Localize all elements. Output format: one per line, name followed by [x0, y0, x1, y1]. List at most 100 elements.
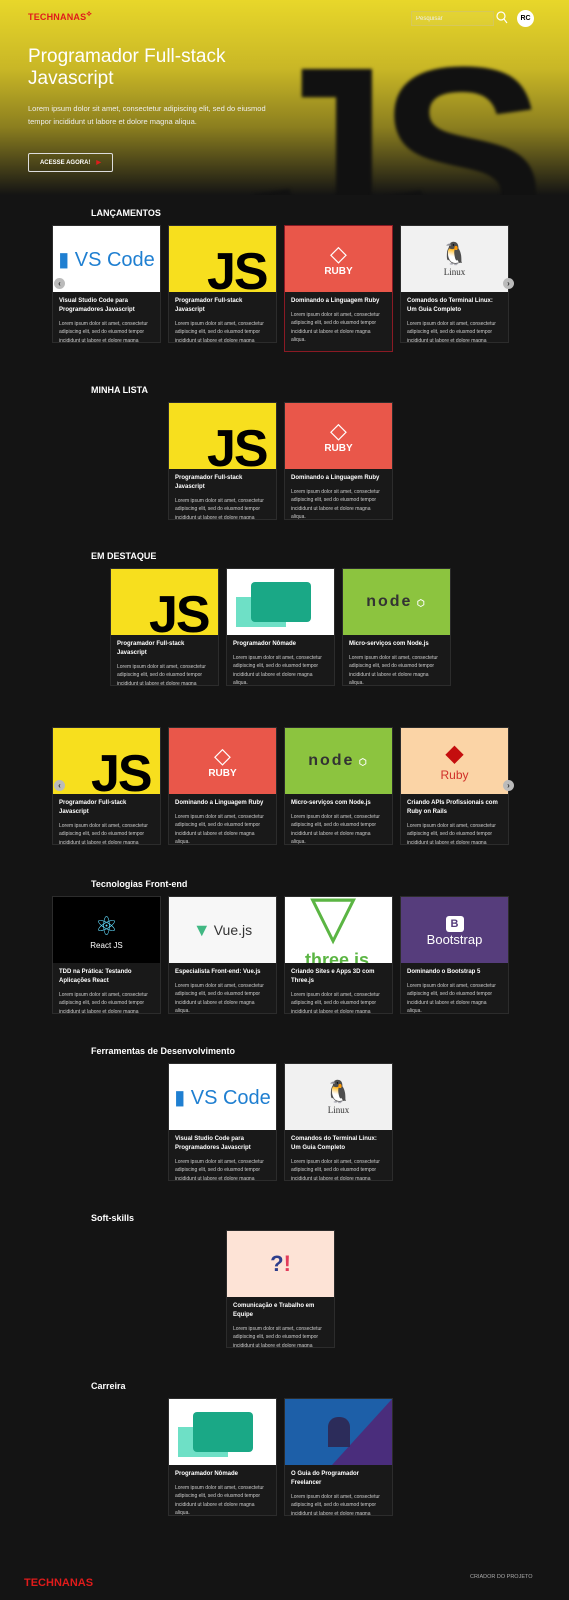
course-card[interactable]: ◆ Ruby Criando APIs Profissionais com Rub… [400, 727, 509, 845]
js-thumbnail: JS [111, 569, 218, 635]
card-body: Comandos do Terminal Linux: Um Guia Comp… [285, 1130, 392, 1181]
card-description: Lorem ipsum dolor sit amet, consectetur … [291, 992, 380, 1014]
softskills-thumbnail: ?! [227, 1231, 334, 1297]
card-description: Lorem ipsum dolor sit amet, consectetur … [291, 312, 380, 343]
project-creator-link[interactable]: CRIADOR DO PROJETO [470, 1574, 533, 1580]
card-description: Lorem ipsum dolor sit amet, consectetur … [59, 321, 148, 343]
course-card[interactable]: ▽ three.js Criando Sites e Apps 3D com Th… [284, 896, 393, 1014]
card-title: Criando Sites e Apps 3D com Three.js [291, 969, 375, 984]
carousel-next-button[interactable]: › [503, 278, 514, 289]
card-row: ⚛ React JS TDD na Prática: Testando Aplic… [0, 896, 561, 1014]
carousel-prev-button[interactable]: ‹ [54, 278, 65, 289]
card-row: JS Programador Full-stack Javascript Lor… [0, 402, 561, 520]
logo[interactable]: TECHNANAS⟡ [28, 9, 92, 23]
course-card[interactable]: Programador Nômade Lorem ipsum dolor sit… [226, 568, 335, 686]
card-title: Visual Studio Code para Programadores Ja… [175, 1136, 251, 1151]
card-description: Lorem ipsum dolor sit amet, consectetur … [291, 1159, 380, 1181]
card-title: Programador Nômade [233, 641, 297, 647]
search-icon[interactable] [496, 11, 508, 25]
ruby-thumbnail: ◇ RUBY [285, 403, 392, 469]
card-description: Lorem ipsum dolor sit amet, consectetur … [349, 655, 438, 686]
card-title: Micro-serviços com Node.js [291, 800, 371, 806]
section-title: Tecnologias Front-end [91, 879, 188, 889]
footer-logo[interactable]: TECHNANAS [24, 1577, 93, 1589]
card-row: JS Programador Full-stack Javascript Lor… [0, 568, 561, 686]
card-description: Lorem ipsum dolor sit amet, consectetur … [233, 655, 322, 686]
card-title: Programador Full-stack Javascript [175, 298, 243, 313]
logo-text: TECHNANAS [28, 12, 87, 22]
card-body: Micro-serviços com Node.js Lorem ipsum d… [285, 794, 392, 845]
course-card[interactable]: ▮ VS Code Visual Studio Code para Progra… [52, 225, 161, 343]
card-body: Visual Studio Code para Programadores Ja… [53, 292, 160, 343]
card-description: Lorem ipsum dolor sit amet, consectetur … [407, 823, 496, 845]
course-card[interactable]: node ⬡ Micro-serviços com Node.js Lorem … [284, 727, 393, 845]
course-card[interactable]: node ⬡ Micro-serviços com Node.js Lorem … [342, 568, 451, 686]
card-body: Programador Full-stack Javascript Lorem … [111, 635, 218, 685]
card-row: ▮ VS Code Visual Studio Code para Progra… [0, 225, 561, 352]
card-body: Comandos do Terminal Linux: Um Guia Comp… [401, 292, 508, 343]
carousel-next-button[interactable]: › [503, 780, 514, 791]
nomad-thumbnail [169, 1399, 276, 1465]
card-body: Micro-serviços com Node.js Lorem ipsum d… [343, 635, 450, 686]
nomad-thumbnail [227, 569, 334, 635]
card-description: Lorem ipsum dolor sit amet, consectetur … [175, 814, 264, 845]
course-card[interactable]: ◇ RUBY Dominando a Linguagem Ruby Lorem i… [284, 402, 393, 520]
hero-description: Lorem ipsum dolor sit amet, consectetur … [28, 104, 266, 126]
card-title: Programador Full-stack Javascript [175, 475, 243, 490]
course-card[interactable]: ⚛ React JS TDD na Prática: Testando Aplic… [52, 896, 161, 1014]
course-card[interactable]: 🐧 Linux Comandos do Terminal Linux: Um Gu… [400, 225, 509, 343]
card-body: Criando Sites e Apps 3D com Three.js Lor… [285, 963, 392, 1014]
access-now-button[interactable]: ACESSE AGORA! ▶ [28, 153, 113, 172]
card-description: Lorem ipsum dolor sit amet, consectetur … [175, 1485, 264, 1516]
card-title: Dominando o Bootstrap 5 [407, 969, 481, 975]
carousel-prev-button[interactable]: ‹ [54, 780, 65, 791]
vscode-thumbnail: ▮ VS Code [169, 1064, 276, 1130]
search-input[interactable] [411, 11, 494, 26]
rubyrails-thumbnail: ◆ Ruby [401, 728, 508, 794]
course-card[interactable]: B Bootstrap Dominando o Bootstrap 5 Lorem… [400, 896, 509, 1014]
avatar[interactable]: RC [517, 10, 534, 27]
section-title: MINHA LISTA [91, 385, 148, 395]
course-card[interactable]: Programador Nômade Lorem ipsum dolor sit… [168, 1398, 277, 1516]
course-card[interactable]: JS Programador Full-stack Javascript Lor… [168, 225, 277, 343]
card-body: O Guia do Programador Freelancer Lorem i… [285, 1465, 392, 1515]
card-body: Dominando o Bootstrap 5 Lorem ipsum dolo… [401, 963, 508, 1013]
card-description: Lorem ipsum dolor sit amet, consectetur … [59, 823, 148, 845]
node-thumbnail: node ⬡ [285, 728, 392, 794]
card-body: Visual Studio Code para Programadores Ja… [169, 1130, 276, 1181]
card-description: Lorem ipsum dolor sit amet, consectetur … [175, 321, 264, 343]
cta-label: ACESSE AGORA! [39, 159, 91, 166]
js-thumbnail: JS [53, 728, 160, 794]
course-card[interactable]: JS Programador Full-stack Javascript Lor… [110, 568, 219, 686]
card-description: Lorem ipsum dolor sit amet, consectetur … [291, 489, 380, 520]
course-card[interactable]: JS Programador Full-stack Javascript Lor… [168, 402, 277, 520]
section-title: Ferramentas de Desenvolvimento [91, 1046, 236, 1056]
vue-thumbnail: ▼ Vue.js [169, 897, 276, 963]
card-title: O Guia do Programador Freelancer [291, 1471, 360, 1486]
vscode-thumbnail: ▮ VS Code [53, 226, 160, 292]
spark-icon: ⟡ [86, 9, 92, 18]
course-card[interactable]: ?! Comunicação e Trabalho em Equipe Lore… [226, 1230, 335, 1348]
card-title: Programador Nômade [175, 1471, 239, 1477]
card-description: Lorem ipsum dolor sit amet, consectetur … [407, 321, 496, 343]
card-description: Lorem ipsum dolor sit amet, consectetur … [291, 814, 380, 845]
section-title: LANÇAMENTOS [91, 208, 161, 218]
course-card[interactable]: ▼ Vue.js Especialista Front-end: Vue.js L… [168, 896, 277, 1014]
card-row: JS Programador Full-stack Javascript Lor… [0, 727, 561, 845]
course-card[interactable]: JS Programador Full-stack Javascript Lor… [52, 727, 161, 845]
course-card[interactable]: ▮ VS Code Visual Studio Code para Progra… [168, 1063, 277, 1181]
course-card[interactable]: ◇ RUBY Dominando a Linguagem Ruby Lorem i… [168, 727, 277, 845]
course-card[interactable]: O Guia do Programador Freelancer Lorem i… [284, 1398, 393, 1516]
card-body: Programador Full-stack Javascript Lorem … [169, 469, 276, 519]
card-body: Dominando a Linguagem Ruby Lorem ipsum d… [285, 292, 392, 349]
card-title: Dominando a Linguagem Ruby [291, 298, 380, 304]
card-title: Especialista Front-end: Vue.js [175, 969, 261, 975]
card-title: Comandos do Terminal Linux: Um Guia Comp… [407, 298, 493, 313]
card-title: Criando APIs Profissionais com Ruby on R… [407, 800, 498, 815]
card-body: Programador Nômade Lorem ipsum dolor sit… [169, 1465, 276, 1516]
course-card[interactable]: 🐧 Linux Comandos do Terminal Linux: Um Gu… [284, 1063, 393, 1181]
card-description: Lorem ipsum dolor sit amet, consectetur … [175, 1159, 264, 1181]
card-title: TDD na Prática: Testando Aplicações Reac… [59, 969, 132, 984]
course-card[interactable]: ◇ RUBY Dominando a Linguagem Ruby Lorem i… [284, 225, 393, 352]
card-title: Programador Full-stack Javascript [59, 800, 127, 815]
